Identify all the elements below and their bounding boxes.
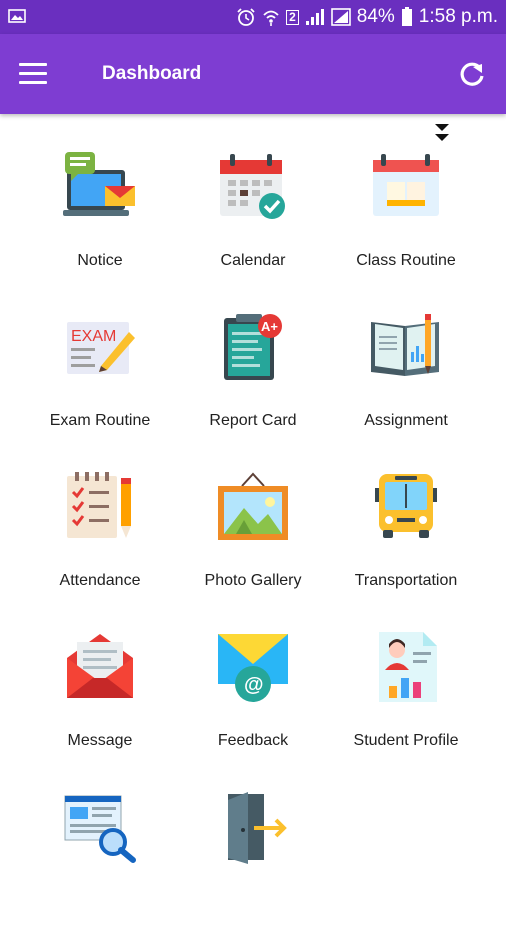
wifi-calling-icon [263, 10, 279, 26]
signal-strength-icon [330, 8, 351, 26]
dashboard-tile-attendance[interactable]: Attendance [25, 460, 175, 610]
tile-label: Transportation [354, 572, 458, 589]
hamburger-menu-icon[interactable] [19, 63, 47, 85]
battery-icon [401, 7, 412, 26]
dashboard-tile-transportation[interactable]: Transportation [331, 460, 481, 610]
transportation-icon [375, 474, 437, 538]
svg-text:@: @ [244, 674, 264, 696]
battery-percent: 84% [356, 6, 395, 27]
calendar-icon [220, 154, 285, 219]
tile-label: Calendar [220, 252, 286, 269]
dashboard-tile-assignment[interactable]: Assignment [331, 300, 481, 450]
dashboard-tile-class-routine[interactable]: Class Routine [331, 140, 481, 290]
message-icon [67, 634, 133, 698]
assignment-icon [371, 314, 439, 376]
refresh-icon[interactable] [458, 60, 486, 88]
app-bar: Dashboard [0, 34, 506, 114]
class-routine-icon [373, 154, 439, 216]
dashboard-tile-photo-gallery[interactable]: Photo Gallery [178, 460, 328, 610]
dashboard-tile-student-profile[interactable]: Student Profile [331, 620, 481, 770]
tile-label: Exam Routine [49, 412, 151, 429]
dashboard-tile-calendar[interactable]: Calendar [178, 140, 328, 290]
logout-door-icon [228, 792, 287, 864]
clock-time: 1:58 p.m. [418, 6, 498, 27]
cell-signal-icon [305, 9, 324, 25]
tile-label: Message [67, 732, 133, 749]
exam-routine-icon: EXAM [67, 322, 135, 374]
feedback-icon: @ [218, 634, 288, 702]
page-title: Dashboard [102, 63, 202, 84]
dashboard-tile-report-card[interactable]: A+ Report Card [178, 300, 328, 450]
attendance-icon [67, 472, 131, 538]
photo-gallery-icon [218, 472, 288, 540]
report-card-icon: A+ [224, 314, 282, 380]
alarm-icon [237, 8, 255, 26]
svg-text:EXAM: EXAM [71, 328, 116, 345]
dashboard-tile-web-search[interactable] [25, 780, 175, 930]
tile-label: Attendance [59, 572, 141, 589]
tile-label: Student Profile [353, 732, 459, 749]
student-profile-icon [379, 632, 437, 702]
web-search-icon [64, 795, 136, 863]
tile-label: Report Card [209, 412, 297, 429]
dashboard-tile-exam-routine[interactable]: EXAM Exam Routine [25, 300, 175, 450]
dashboard-tile-message[interactable]: Message [25, 620, 175, 770]
tile-label: Feedback [217, 732, 289, 749]
sim-slot-badge: 2 [286, 9, 299, 25]
dashboard-tile-notice[interactable]: Notice [25, 140, 175, 290]
svg-text:A+: A+ [261, 319, 278, 334]
tile-label: Notice [77, 252, 123, 269]
notice-icon [63, 152, 135, 216]
tile-label: Class Routine [356, 252, 456, 269]
dashboard-tile-feedback[interactable]: @ Feedback [178, 620, 328, 770]
status-bar: 2 84% 1:58 p.m. [0, 0, 506, 34]
tile-label: Photo Gallery [204, 572, 302, 589]
tile-label: Assignment [364, 412, 448, 429]
dashboard-tile-logout[interactable] [178, 780, 328, 930]
image-notification-icon [8, 9, 26, 23]
